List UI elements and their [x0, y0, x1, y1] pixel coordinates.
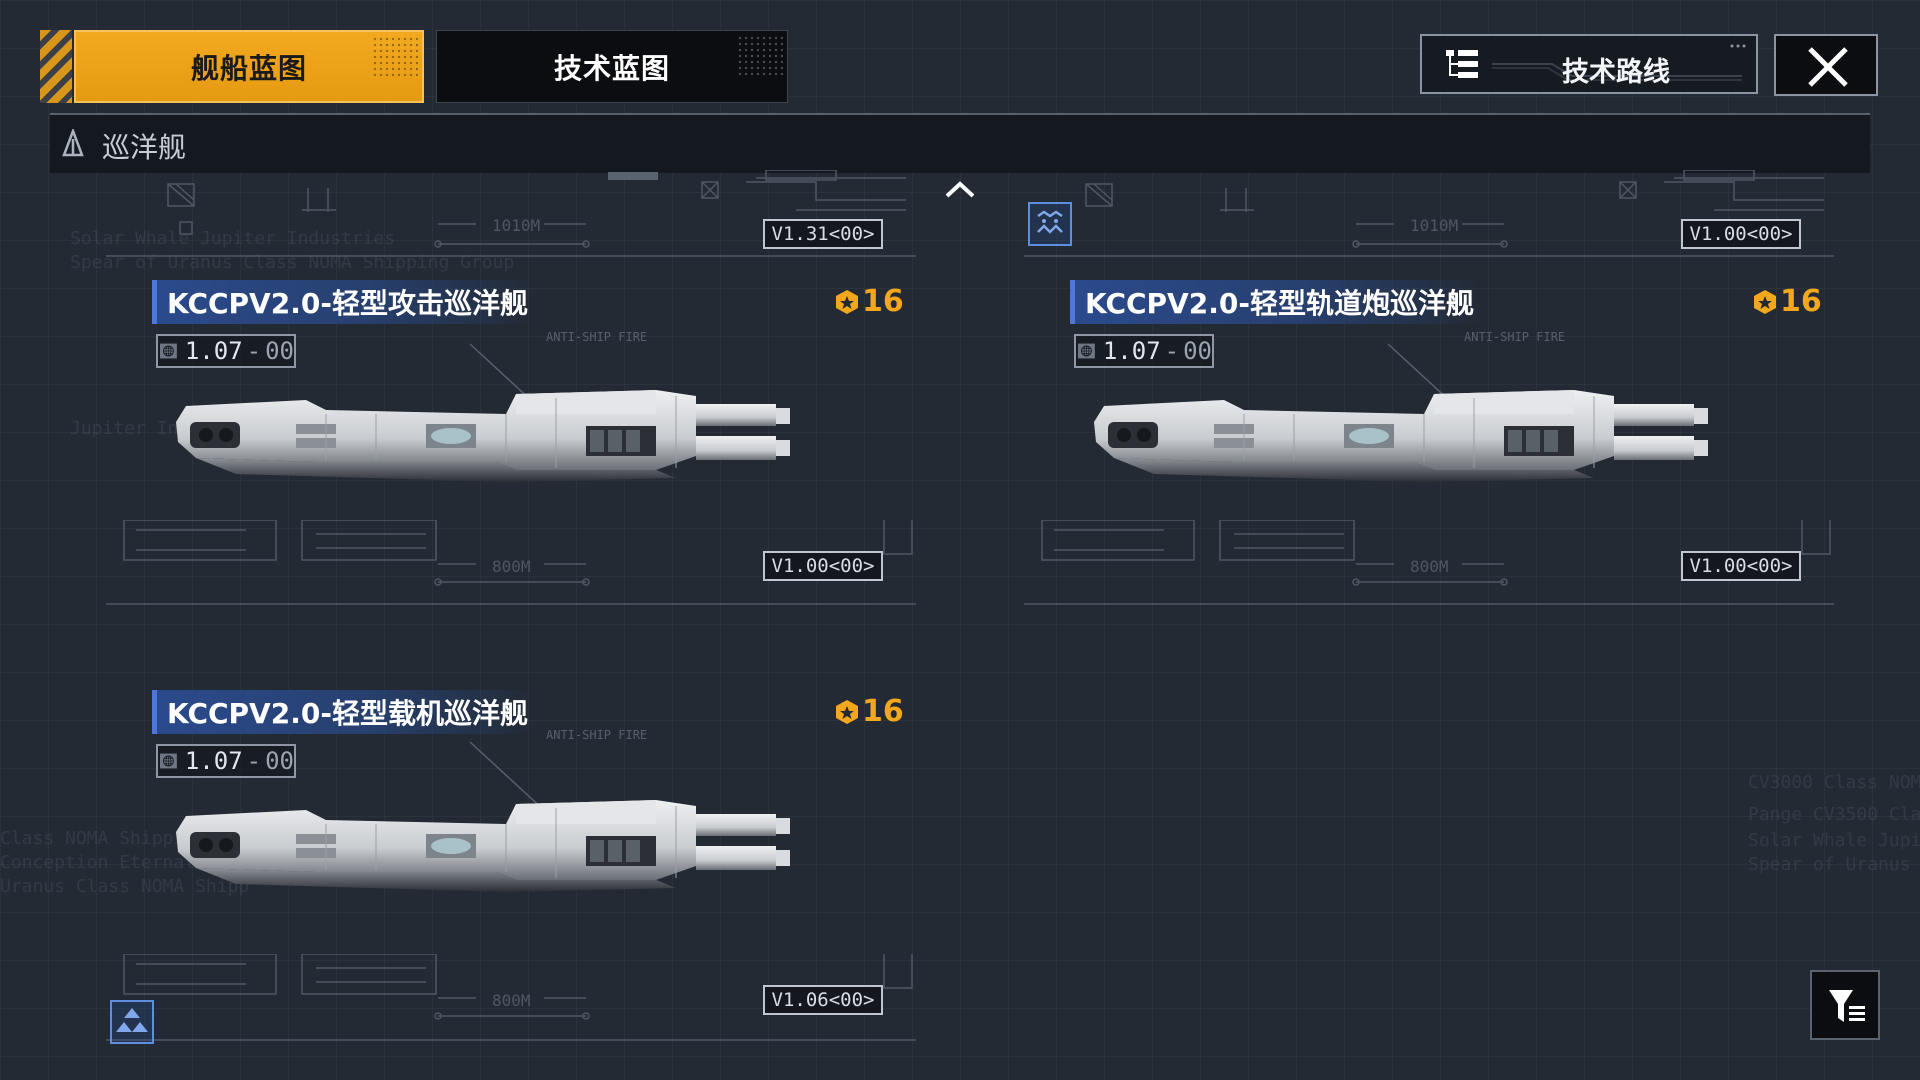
version-badge: 1.07 - 00 [156, 334, 296, 368]
background-text: CV3000 Class NOMA Shi [1748, 772, 1920, 793]
version-main: 1.07 [1102, 337, 1161, 365]
blueprint-type-icon[interactable] [110, 1000, 154, 1044]
ship-level-value: 16 [1780, 284, 1822, 319]
ship-name[interactable]: KCCPV2.0-轻型载机巡洋舰 [152, 690, 538, 734]
ship-card[interactable]: 1010M V1.00<00> KCCPV2.0-轻型轨道炮巡洋舰 16 1.0… [1014, 170, 1834, 605]
ship-level-value: 16 [862, 694, 904, 729]
category-bar: 巡洋舰 [50, 113, 1870, 173]
blueprint-schematic-top: 1010M V1.31<00> [106, 170, 916, 257]
dimension-label: 800M [1410, 557, 1449, 576]
version-sub: 00 [265, 747, 294, 775]
filter-button[interactable] [1810, 970, 1880, 1040]
blueprint-schematic-bottom: 800M V1.06<00> [106, 954, 916, 1041]
tab-label: 舰船蓝图 [190, 51, 307, 85]
close-icon [1808, 47, 1848, 87]
dimension-label: 1010M [1410, 216, 1458, 235]
ship-model-image[interactable] [176, 780, 836, 920]
globe-icon [160, 753, 177, 769]
rank-icon [1754, 289, 1776, 314]
background-text: Spear of Uranus Class N [1748, 854, 1920, 875]
version-badge: 1.07 - 00 [1074, 334, 1214, 368]
annotation-label: ANTI-SHIP FIRE [546, 728, 648, 742]
ship-name[interactable]: KCCPV2.0-轻型轨道炮巡洋舰 [1070, 280, 1484, 324]
rank-icon [836, 699, 858, 724]
cruiser-class-icon [62, 129, 84, 157]
ship-level: 16 [1752, 284, 1822, 319]
ship-level: 16 [834, 694, 904, 729]
ship-model-image[interactable] [176, 370, 836, 510]
ship-name[interactable]: KCCPV2.0-轻型攻击巡洋舰 [152, 280, 538, 324]
globe-icon [1078, 343, 1095, 359]
tech-route-label: 技术路线 [1562, 57, 1670, 88]
ship-level-value: 16 [862, 284, 904, 319]
scroll-up-chevron-icon[interactable] [944, 178, 976, 200]
version-main: 1.07 [184, 747, 243, 775]
blueprint-schematic-bottom: 800M V1.00<00> [1024, 520, 1834, 605]
ship-level: 16 [834, 284, 904, 319]
fleet-icon [116, 1008, 148, 1032]
close-button[interactable] [1774, 34, 1878, 96]
dimension-label: 800M [492, 991, 531, 1010]
background-text: Solar Whale Jupiter Indu [1748, 830, 1920, 851]
version-badge: 1.07 - 00 [156, 744, 296, 778]
version-tag: V1.31<00> [772, 223, 875, 245]
version-sub: 00 [265, 337, 294, 365]
top-bar: 舰船蓝图 技术蓝图 技术路线 [0, 0, 1920, 110]
annotation-label: ANTI-SHIP FIRE [546, 330, 648, 344]
tech-tree-icon [1446, 50, 1478, 78]
face-icon [1037, 210, 1063, 234]
tab-tech-blueprints[interactable]: 技术蓝图 [436, 30, 788, 103]
version-sub: 00 [1183, 337, 1212, 365]
tech-route-button[interactable]: 技术路线 [1420, 34, 1758, 94]
version-tag: V1.06<00> [772, 989, 875, 1011]
annotation-label: ANTI-SHIP FIRE [1464, 330, 1566, 344]
version-tag: V1.00<00> [1690, 223, 1793, 245]
dimension-label: 1010M [492, 216, 540, 235]
ship-card[interactable]: 1010M V1.31<00> KCCPV2.0-轻型攻击巡洋舰 16 1.07… [96, 170, 916, 605]
rank-icon [836, 289, 858, 314]
ship-model-image[interactable] [1094, 370, 1754, 510]
tab-accent-stripe [40, 30, 72, 103]
tab-label: 技术蓝图 [553, 51, 670, 85]
ship-card[interactable]: KCCPV2.0-轻型载机巡洋舰 16 1.07 - 00 ANTI-SHIP … [96, 570, 916, 1044]
category-label: 巡洋舰 [102, 131, 187, 164]
version-tag: V1.00<00> [1690, 555, 1793, 577]
background-text: Pange CV3500 Class SE [1748, 804, 1920, 825]
tab-ship-blueprints[interactable]: 舰船蓝图 [74, 30, 424, 103]
blueprint-schematic-top: 1010M V1.00<00> [1024, 170, 1834, 257]
version-main: 1.07 [184, 337, 243, 365]
globe-icon [160, 343, 177, 359]
blueprint-type-icon[interactable] [1028, 202, 1072, 246]
filter-icon [1829, 990, 1865, 1022]
